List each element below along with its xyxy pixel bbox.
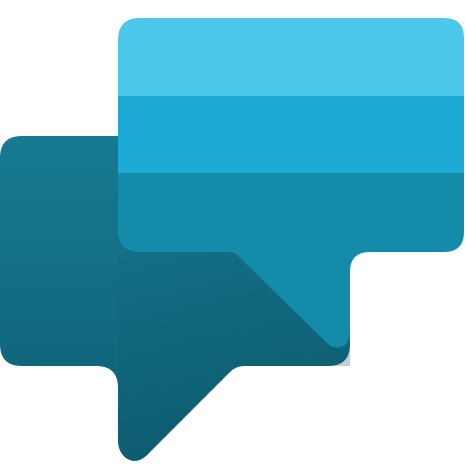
app-icon-canvas <box>0 0 466 466</box>
front-bubble-band-top <box>118 18 464 96</box>
front-bubble-band-middle <box>118 96 464 173</box>
chat-bubbles-icon <box>0 18 464 461</box>
